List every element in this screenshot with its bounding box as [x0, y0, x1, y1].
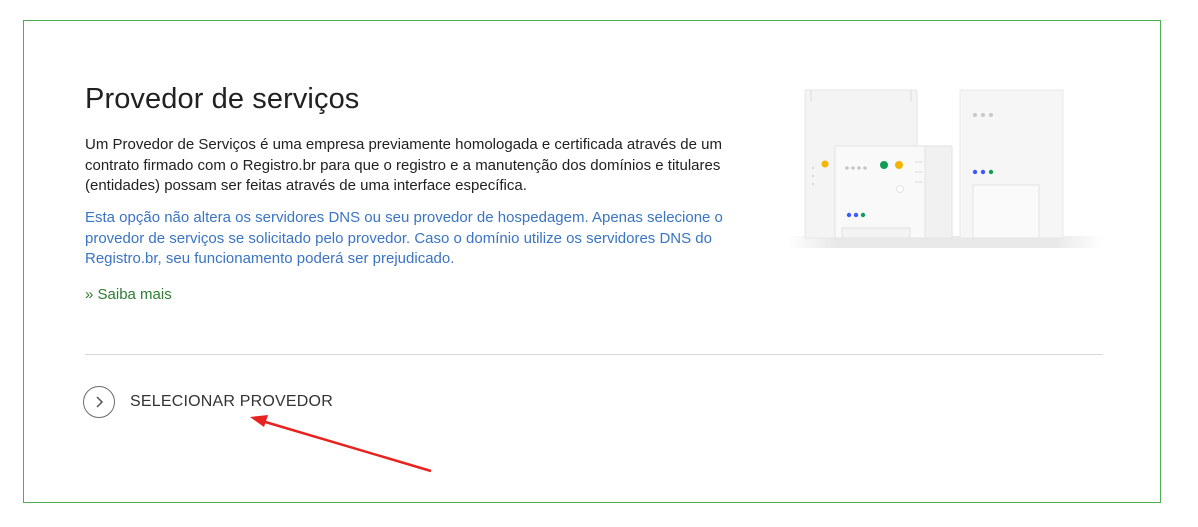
red-arrow-annotation — [240, 405, 440, 482]
service-provider-card: Provedor de serviços Um Provedor de Serv… — [23, 20, 1161, 503]
servers-illustration — [787, 88, 1103, 268]
learn-more-link[interactable]: » Saiba mais — [85, 286, 172, 303]
page-title: Provedor de serviços — [85, 83, 360, 115]
dns-warning-note: Esta opção não altera os servidores DNS … — [85, 209, 723, 267]
section-divider — [85, 354, 1103, 355]
description-text: Um Provedor de Serviços é uma empresa pr… — [85, 136, 722, 194]
chevron-right-circle-icon — [83, 386, 115, 418]
